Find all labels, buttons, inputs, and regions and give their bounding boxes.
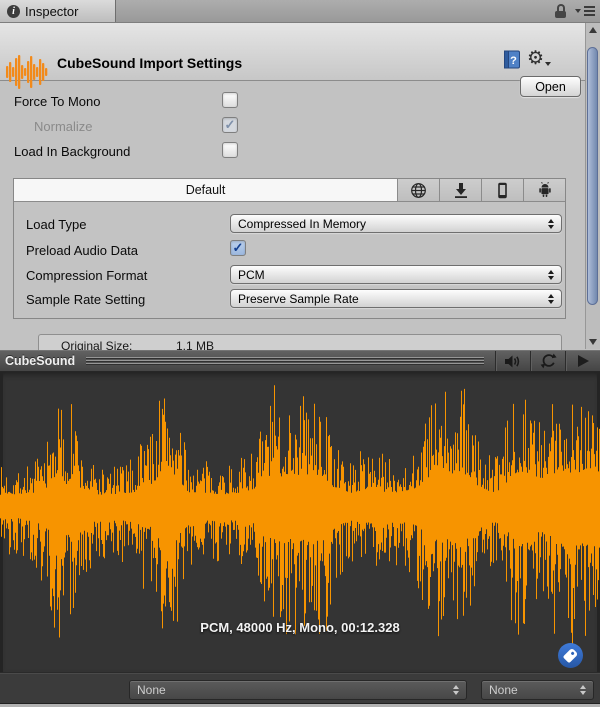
sample-rate-setting-dropdown[interactable]: Preserve Sample Rate <box>230 289 562 308</box>
standalone-download-icon <box>454 182 467 198</box>
audio-clip-thumbnail-icon <box>6 55 48 89</box>
scrollbar-thumb[interactable] <box>587 47 598 305</box>
load-in-background-checkbox[interactable] <box>222 142 238 158</box>
help-manual-icon[interactable]: ? <box>502 50 522 70</box>
asset-bundle-variant-dropdown[interactable]: None <box>481 680 594 700</box>
tab-iphone[interactable] <box>482 179 524 201</box>
checkmark-icon: ✓ <box>224 117 236 132</box>
asset-bundle-dropdown[interactable]: None <box>129 680 467 700</box>
vertical-scrollbar[interactable] <box>585 23 600 349</box>
load-in-background-label: Load In Background <box>14 144 131 159</box>
force-to-mono-checkbox[interactable] <box>222 92 238 108</box>
tab-inspector[interactable]: i Inspector <box>0 0 116 22</box>
mute-audio-button[interactable] <box>495 351 530 371</box>
loop-icon <box>540 353 557 369</box>
normalize-label: Normalize <box>34 119 93 134</box>
iphone-icon <box>498 182 507 198</box>
info-icon: i <box>7 4 20 18</box>
tab-standalone[interactable] <box>440 179 482 201</box>
asset-bundle-bar: AssetBundle None None <box>0 672 600 703</box>
sample-rate-setting-label: Sample Rate Setting <box>26 292 146 307</box>
caret-down-icon <box>575 9 581 13</box>
import-settings-header: CubeSound Import Settings ? ⚙ Open <box>0 23 600 97</box>
normalize-checkbox: ✓ <box>222 117 238 133</box>
tab-strip: i Inspector <box>0 0 600 23</box>
popup-arrows-icon <box>548 293 554 304</box>
preload-audio-data-checkbox[interactable]: ✓ <box>230 240 246 256</box>
speaker-icon <box>505 355 520 367</box>
gear-glyph: ⚙ <box>527 48 545 69</box>
popup-arrows-icon <box>453 685 459 695</box>
load-type-label: Load Type <box>26 217 87 232</box>
tab-android[interactable] <box>524 179 565 201</box>
play-button[interactable] <box>565 351 600 371</box>
load-type-value: Compressed In Memory <box>238 216 367 231</box>
asset-labels-button[interactable] <box>558 643 583 668</box>
popup-arrows-icon <box>580 685 586 695</box>
preload-audio-data-label: Preload Audio Data <box>26 243 139 258</box>
svg-text:?: ? <box>510 55 517 67</box>
compression-format-label: Compression Format <box>26 268 148 283</box>
unlock-icon[interactable] <box>554 3 567 19</box>
context-menu-icon[interactable] <box>575 6 595 16</box>
preview-drag-handle[interactable] <box>86 357 484 366</box>
tab-label: Inspector <box>25 3 79 19</box>
clip-info-text: PCM, 48000 Hz, Mono, 00:12.328 <box>200 620 400 635</box>
page-title: CubeSound Import Settings <box>57 55 243 71</box>
popup-arrows-icon <box>548 269 554 280</box>
sample-rate-setting-value: Preserve Sample Rate <box>238 291 359 306</box>
open-button[interactable]: Open <box>520 76 581 97</box>
lock-body <box>555 10 566 18</box>
play-icon <box>577 355 589 367</box>
android-icon <box>538 182 551 197</box>
preview-title-bar: CubeSound <box>0 350 600 372</box>
loop-button[interactable] <box>530 351 565 371</box>
load-type-dropdown[interactable]: Compressed In Memory <box>230 214 562 233</box>
platform-tab-bar: Default <box>14 179 565 202</box>
scroll-up-arrow-icon[interactable] <box>589 27 597 33</box>
popup-arrows-icon <box>548 218 554 229</box>
tab-webgl[interactable] <box>398 179 440 201</box>
compression-format-value: PCM <box>238 267 265 282</box>
inspector-window: i Inspector CubeSound Import Settings ? … <box>0 0 600 707</box>
checkmark-icon: ✓ <box>232 240 244 255</box>
webgl-globe-icon <box>411 182 426 198</box>
asset-bundle-value: None <box>137 683 166 697</box>
tab-default[interactable]: Default <box>14 179 398 201</box>
force-to-mono-label: Force To Mono <box>14 94 101 109</box>
settings-gear-icon[interactable]: ⚙ <box>527 48 552 69</box>
compression-format-dropdown[interactable]: PCM <box>230 265 562 284</box>
window-bottom-edge <box>0 703 600 707</box>
scroll-down-arrow-icon[interactable] <box>589 339 597 345</box>
caret-down-icon <box>545 62 552 66</box>
preview-title: CubeSound <box>5 354 76 368</box>
hamburger-icon <box>584 6 595 16</box>
asset-bundle-variant-value: None <box>489 683 518 697</box>
tag-icon <box>562 647 579 664</box>
